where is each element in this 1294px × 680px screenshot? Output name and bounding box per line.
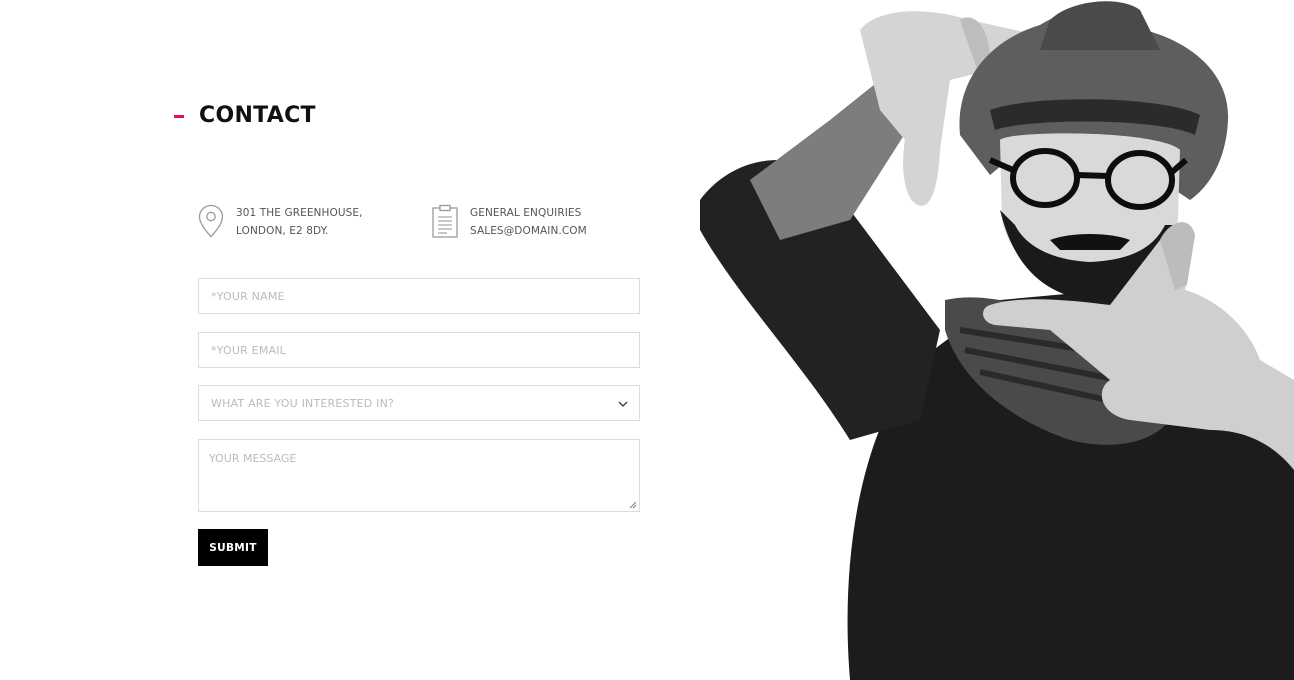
- contact-heading: CONTACT: [174, 100, 316, 130]
- map-pin-icon: [198, 204, 224, 238]
- address-line-1: 301 THE GREENHOUSE,: [236, 207, 363, 219]
- chevron-down-icon: [618, 401, 628, 407]
- enquiries-email[interactable]: SALES@DOMAIN.COM: [470, 222, 587, 240]
- enquiries-label: GENERAL ENQUIRIES: [470, 207, 582, 219]
- address-line-2: LONDON, E2 8DY.: [236, 225, 329, 237]
- section-title: CONTACT: [199, 102, 316, 128]
- accent-dash: [174, 114, 184, 118]
- interest-select[interactable]: WHAT ARE YOU INTERESTED IN?: [198, 385, 640, 421]
- enquiries-block: GENERAL ENQUIRIES SALES@DOMAIN.COM: [431, 204, 587, 240]
- email-input[interactable]: [199, 333, 639, 367]
- name-input[interactable]: [199, 279, 639, 313]
- name-field[interactable]: [198, 278, 640, 314]
- interest-select-value[interactable]: WHAT ARE YOU INTERESTED IN?: [199, 386, 639, 420]
- hero-photo: [700, 1, 1294, 680]
- submit-button[interactable]: SUBMIT: [198, 529, 268, 566]
- email-field[interactable]: [198, 332, 640, 368]
- message-textarea[interactable]: [199, 440, 639, 511]
- address-block: 301 THE GREENHOUSE, LONDON, E2 8DY.: [197, 204, 363, 240]
- message-field[interactable]: [198, 439, 640, 512]
- resize-grip-icon[interactable]: [629, 501, 637, 509]
- clipboard-icon: [432, 204, 458, 238]
